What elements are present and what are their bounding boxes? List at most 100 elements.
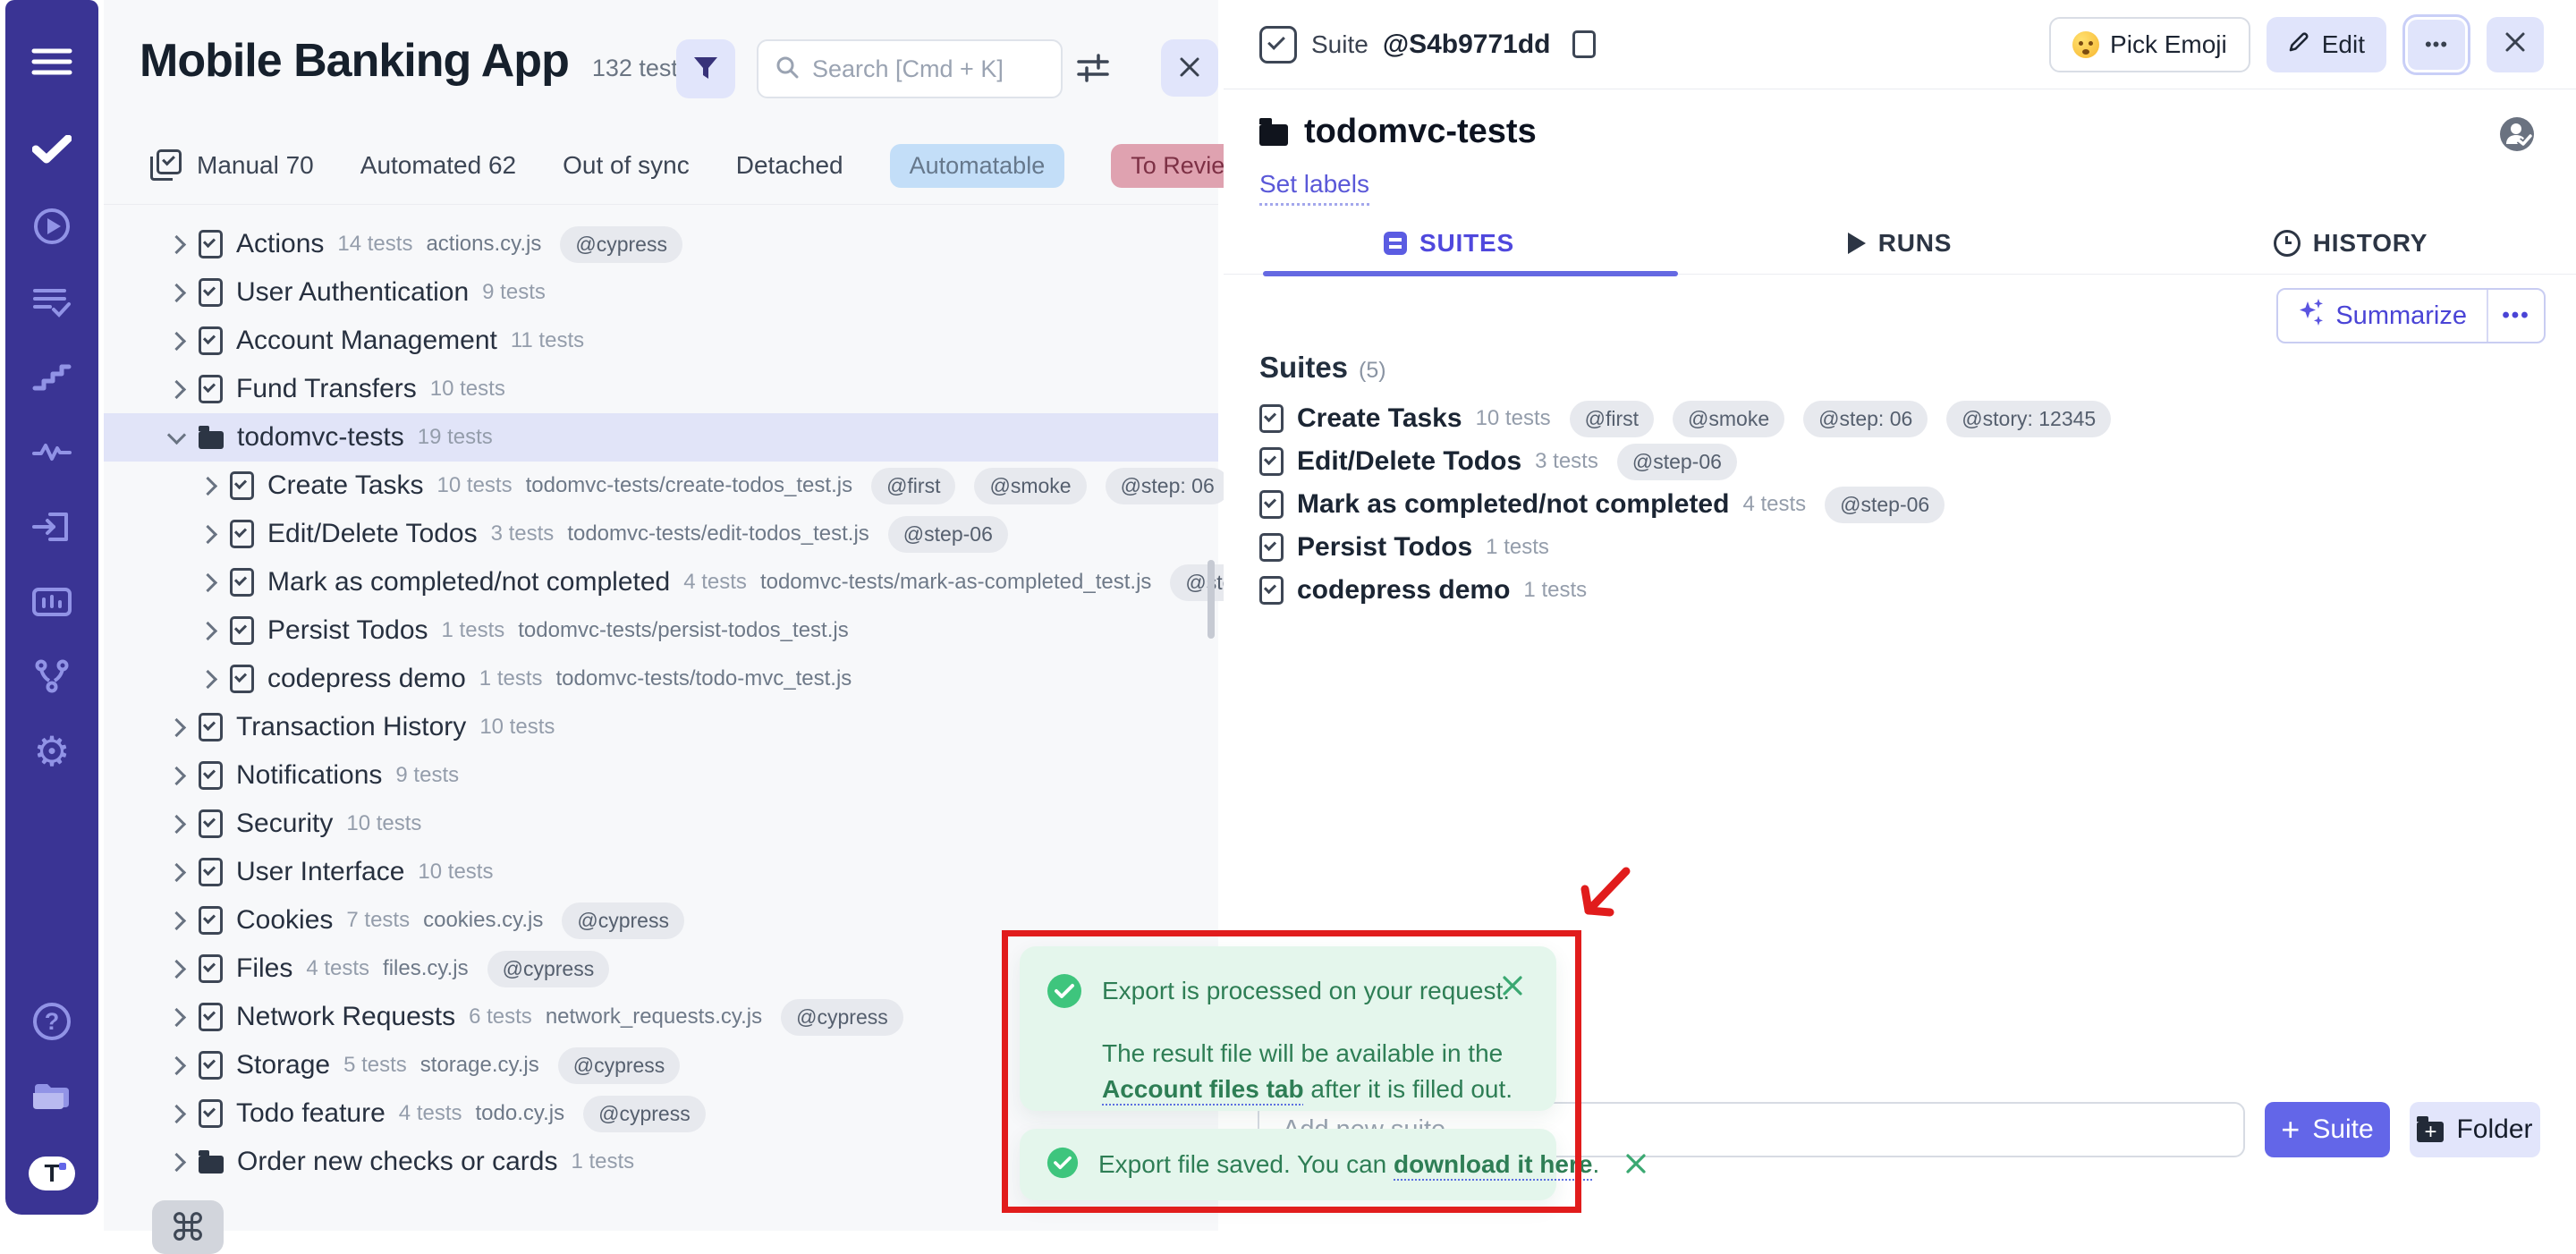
chevron-right-icon[interactable] (167, 1055, 186, 1074)
chevron-right-icon[interactable] (199, 669, 217, 688)
suite-list-item-create-tasks[interactable]: Create Tasks 10 tests @first @smoke @ste… (1259, 397, 2540, 440)
suite-list-item-codepress-demo[interactable]: codepress demo 1 tests (1259, 569, 2540, 612)
tag-pill[interactable]: @cypress (487, 951, 610, 987)
tree-row-codepress-demo[interactable]: codepress demo 1 tests todomvc-tests/tod… (104, 655, 1218, 703)
close-panel-button[interactable] (2487, 17, 2544, 72)
chevron-right-icon[interactable] (167, 959, 186, 978)
add-suite-button[interactable]: + Suite (2265, 1102, 2390, 1157)
tag-pill[interactable]: @cypress (562, 902, 684, 939)
command-shortcut-button[interactable]: ⌘ (152, 1200, 224, 1254)
more-button-ring: ••• (2402, 14, 2470, 75)
tree-row-mark-as-completed[interactable]: Mark as completed/not completed 4 tests … (104, 558, 1218, 606)
menu-button[interactable] (23, 38, 80, 88)
chevron-right-icon[interactable] (167, 862, 186, 881)
suite-list-item-mark-as-completed[interactable]: Mark as completed/not completed 4 tests … (1259, 483, 2540, 526)
chevron-right-icon[interactable] (167, 911, 186, 929)
tab-suites[interactable]: SUITES (1224, 213, 1674, 274)
tree-row-edit-delete-todos[interactable]: Edit/Delete Todos 3 tests todomvc-tests/… (104, 510, 1218, 558)
chevron-right-icon[interactable] (167, 234, 186, 253)
suite-list-item-persist-todos[interactable]: Persist Todos 1 tests (1259, 526, 2540, 569)
suite-name[interactable]: Create Tasks (1297, 403, 1462, 434)
tag-pill[interactable]: @step: 06 (1106, 468, 1230, 504)
filter-out-of-sync[interactable]: Out of sync (563, 151, 690, 180)
chevron-right-icon[interactable] (167, 1007, 186, 1026)
chevron-right-icon[interactable] (167, 379, 186, 398)
chevron-right-icon[interactable] (199, 524, 217, 543)
chevron-right-icon[interactable] (167, 814, 186, 833)
tag-pill[interactable]: @smoke (974, 468, 1086, 504)
assignee-avatar[interactable] (2499, 116, 2535, 157)
chevron-right-icon[interactable] (167, 766, 186, 784)
adjustments-button[interactable] (1075, 52, 1111, 86)
tree-row-user-authentication[interactable]: User Authentication 9 tests (104, 268, 1218, 317)
tree-row-create-tasks[interactable]: Create Tasks 10 tests todomvc-tests/crea… (104, 462, 1218, 510)
suite-name[interactable]: Mark as completed/not completed (1297, 489, 1729, 520)
tab-runs[interactable]: RUNS (1674, 213, 2125, 274)
suite-name[interactable]: Persist Todos (1297, 532, 1472, 563)
chevron-right-icon[interactable] (167, 1152, 186, 1171)
filter-automatable[interactable]: Automatable (890, 144, 1065, 188)
sidebar-item-test-plans[interactable] (23, 277, 80, 327)
sidebar-item-analytics[interactable] (23, 428, 80, 478)
tag-pill[interactable]: @smoke (1673, 401, 1784, 437)
app-logo[interactable]: T (23, 1148, 80, 1199)
chevron-right-icon[interactable] (167, 283, 186, 301)
panel-close-button[interactable] (1161, 39, 1218, 97)
tag-pill[interactable]: @cypress (781, 999, 903, 1036)
chevron-right-icon[interactable] (167, 1104, 186, 1123)
summarize-button[interactable]: Summarize (2278, 290, 2487, 342)
tag-pill[interactable]: @step-06 (888, 516, 1008, 553)
scrollbar-thumb[interactable] (1208, 560, 1215, 639)
sidebar-item-steps[interactable] (23, 352, 80, 402)
set-labels-link[interactable]: Set labels (1259, 170, 1369, 206)
suite-name[interactable]: Edit/Delete Todos (1297, 446, 1521, 477)
sidebar-item-branches[interactable] (23, 651, 80, 701)
tree-row-fund-transfers[interactable]: Fund Transfers 10 tests (104, 365, 1218, 413)
sidebar-item-import[interactable] (23, 503, 80, 553)
search-input[interactable] (810, 55, 1045, 84)
tree-row-user-interface[interactable]: User Interface 10 tests (104, 848, 1218, 896)
tag-pill[interactable]: @cypress (583, 1096, 706, 1132)
chevron-right-icon[interactable] (167, 717, 186, 736)
suite-list-item-edit-delete-todos[interactable]: Edit/Delete Todos 3 tests @step-06 (1259, 440, 2540, 483)
add-folder-button[interactable]: Folder (2410, 1102, 2540, 1157)
sidebar-item-dashboard[interactable] (23, 578, 80, 628)
tag-pill[interactable]: @cypress (560, 226, 682, 263)
chevron-right-icon[interactable] (199, 572, 217, 591)
chevron-right-icon[interactable] (167, 331, 186, 350)
tree-row-actions[interactable]: Actions 14 tests actions.cy.js @cypress (104, 220, 1218, 268)
sidebar-item-help[interactable]: ? (23, 996, 80, 1046)
summarize-more-button[interactable]: ••• (2488, 290, 2544, 342)
sidebar-item-settings[interactable]: ⚙ (23, 726, 80, 776)
filter-button[interactable] (676, 39, 735, 98)
tag-pill[interactable]: @step-06 (1825, 487, 1945, 523)
tree-row-persist-todos[interactable]: Persist Todos 1 tests todomvc-tests/pers… (104, 606, 1218, 655)
tree-row-todomvc-tests-selected[interactable]: todomvc-tests 19 tests (104, 413, 1218, 462)
edit-button[interactable]: Edit (2267, 17, 2386, 72)
chevron-down-icon[interactable] (167, 425, 186, 444)
tree-row-notifications[interactable]: Notifications 9 tests (104, 751, 1218, 800)
sidebar-item-projects[interactable] (23, 1072, 80, 1122)
filter-automated[interactable]: Automated 62 (360, 151, 516, 180)
tree-row-account-management[interactable]: Account Management 11 tests (104, 317, 1218, 365)
filter-manual[interactable]: Manual 70 (197, 151, 314, 180)
suite-name[interactable]: codepress demo (1297, 575, 1510, 606)
more-options-button[interactable]: ••• (2408, 20, 2465, 70)
tag-pill[interactable]: @first (871, 468, 955, 504)
chevron-right-icon[interactable] (199, 621, 217, 640)
tab-history[interactable]: HISTORY (2125, 213, 2576, 274)
tree-row-security[interactable]: Security 10 tests (104, 800, 1218, 848)
copy-icon[interactable] (1572, 30, 1596, 58)
sidebar-item-tests[interactable] (23, 125, 80, 175)
tag-pill[interactable]: @cypress (558, 1047, 681, 1084)
tag-pill[interactable]: @step: 06 (1803, 401, 1928, 437)
sidebar-item-runs[interactable] (23, 202, 80, 252)
filter-detached[interactable]: Detached (736, 151, 843, 180)
toast-close-button[interactable] (1619, 1151, 1653, 1179)
pick-emoji-button[interactable]: Pick Emoji (2049, 17, 2250, 72)
tag-pill[interactable]: @first (1570, 401, 1654, 437)
chevron-right-icon[interactable] (199, 476, 217, 495)
tag-pill[interactable]: @step-06 (1617, 444, 1737, 480)
tag-pill[interactable]: @story: 12345 (1946, 401, 2111, 437)
tree-row-transaction-history[interactable]: Transaction History 10 tests (104, 703, 1218, 751)
